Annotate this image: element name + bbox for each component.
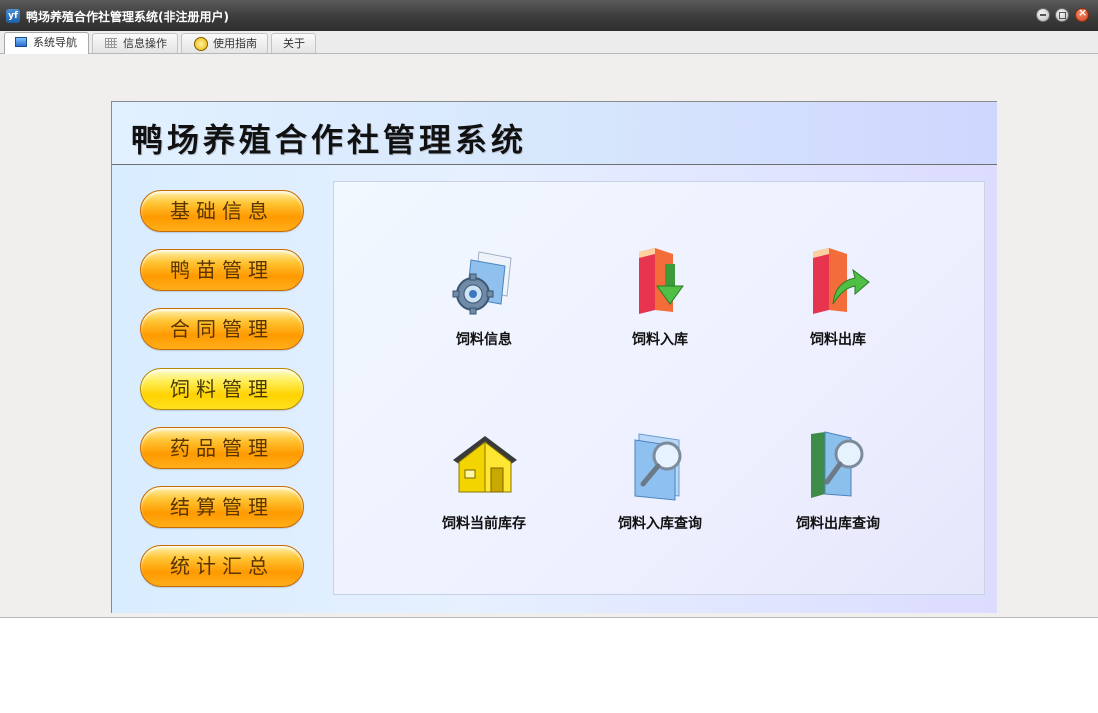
feed-stock-in-button[interactable]: 饲料入库 [590, 246, 730, 376]
warehouse-icon [453, 436, 517, 493]
window-title: 鸭场养殖合作社管理系统(非注册用户) [26, 10, 229, 24]
tab-label: 系统导航 [33, 36, 77, 49]
tab-user-guide[interactable]: 使用指南 [181, 33, 268, 53]
action-card: 饲料信息 饲料入库 饲料出库 饲料当前库存 饲料入库查询 饲料出库查询 [333, 181, 985, 595]
main-panel: 鸭场养殖合作社管理系统 基础信息 鸭苗管理 合同管理 饲料管理 药品管理 结算管… [111, 101, 997, 613]
sidebar-item-settlement[interactable]: 结算管理 [140, 486, 304, 528]
sidebar-item-statistics[interactable]: 统计汇总 [140, 545, 304, 587]
feed-current-stock-button[interactable]: 饲料当前库存 [414, 430, 554, 560]
action-label: 饲料当前库存 [442, 516, 526, 532]
tab-label: 使用指南 [213, 37, 257, 50]
tab-about[interactable]: 关于 [271, 33, 316, 53]
tab-label: 信息操作 [123, 37, 167, 50]
sidebar-item-duckling[interactable]: 鸭苗管理 [140, 249, 304, 291]
feed-stock-in-query-button[interactable]: 饲料入库查询 [590, 430, 730, 560]
settings-folder-icon [452, 251, 512, 315]
action-label: 饲料信息 [456, 332, 512, 348]
search-book-icon [811, 431, 864, 498]
feed-stock-out-button[interactable]: 饲料出库 [768, 246, 908, 376]
tab-info-ops[interactable]: 信息操作 [92, 33, 178, 53]
book-out-arrow-icon [813, 248, 870, 314]
header-band: 鸭场养殖合作社管理系统 [112, 102, 997, 165]
page-title: 鸭场养殖合作社管理系统 [131, 121, 528, 159]
feed-stock-out-query-button[interactable]: 饲料出库查询 [768, 430, 908, 560]
maximize-button[interactable] [1055, 8, 1069, 22]
help-icon [194, 37, 208, 51]
title-bar[interactable]: yf 鸭场养殖合作社管理系统(非注册用户) [0, 0, 1098, 31]
tab-system-nav[interactable]: 系统导航 [4, 32, 89, 54]
sidebar-item-feed[interactable]: 饲料管理 [140, 368, 304, 410]
action-label: 饲料入库查询 [618, 516, 702, 532]
app-window: yf 鸭场养殖合作社管理系统(非注册用户) 系统导航 信息操作 使用指南 关于 … [0, 0, 1098, 618]
action-label: 饲料入库 [632, 332, 688, 348]
tab-label: 关于 [283, 37, 305, 50]
close-button[interactable] [1075, 6, 1089, 22]
sidebar-item-medicine[interactable]: 药品管理 [140, 427, 304, 469]
app-logo-icon: yf [6, 9, 20, 23]
sidebar-item-contract[interactable]: 合同管理 [140, 308, 304, 350]
action-label: 饲料出库查询 [796, 516, 880, 532]
grid-icon [105, 38, 117, 48]
book-in-arrow-icon [639, 248, 684, 314]
sidebar-item-basic-info[interactable]: 基础信息 [140, 190, 304, 232]
search-folder-icon [634, 433, 682, 501]
minimize-button[interactable] [1036, 8, 1050, 22]
tab-bar: 系统导航 信息操作 使用指南 关于 [0, 31, 1098, 54]
feed-info-button[interactable]: 饲料信息 [414, 246, 554, 376]
monitor-icon [15, 37, 27, 47]
action-label: 饲料出库 [810, 332, 866, 348]
